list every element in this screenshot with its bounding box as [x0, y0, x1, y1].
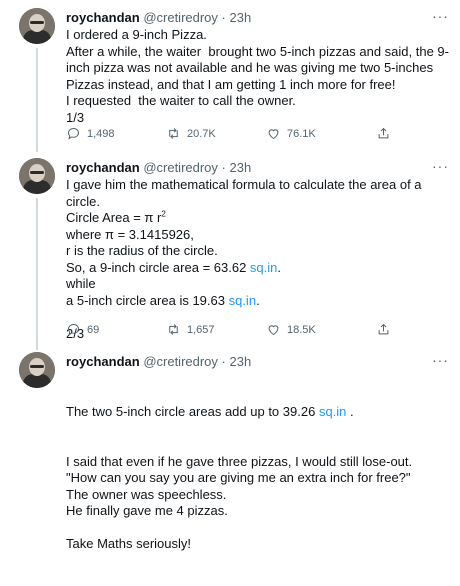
- like-count: 76.1K: [287, 127, 316, 140]
- more-options-icon[interactable]: ···: [432, 158, 449, 174]
- retweet-icon: [169, 324, 178, 335]
- tweet-actions: 1,498 20.7K 76.1K: [66, 126, 446, 142]
- avatar[interactable]: [19, 158, 55, 194]
- share-icon: [378, 127, 389, 139]
- display-name[interactable]: roychandan: [66, 354, 140, 369]
- text-segment: .: [277, 259, 282, 275]
- text-segment: So, a 9-inch circle area = 63.62: [66, 259, 250, 275]
- avatar-body: [23, 30, 51, 44]
- more-options-icon[interactable]: ···: [432, 8, 449, 24]
- avatar-glasses: [30, 171, 44, 174]
- timestamp[interactable]: 23h: [230, 10, 252, 25]
- more-options-icon[interactable]: ···: [432, 352, 449, 368]
- share-button[interactable]: [376, 126, 391, 141]
- tweet-header: roychandan @cretiredroy · 23h: [66, 160, 251, 175]
- text-line: r is the radius of the circle.: [66, 243, 218, 258]
- separator-dot: ·: [221, 354, 226, 369]
- like-button[interactable]: 76.1K: [266, 126, 316, 141]
- formula-text: Circle Area = π r: [66, 210, 162, 225]
- sq-in-link[interactable]: sq.in: [250, 260, 277, 275]
- user-handle[interactable]: @cretiredroy: [143, 354, 218, 369]
- avatar[interactable]: [19, 352, 55, 388]
- separator-dot: ·: [221, 10, 226, 25]
- text-line: Circle Area = π r2: [66, 210, 452, 227]
- thread-line: [36, 48, 38, 152]
- text-segment: a 5-inch circle area is 19.63: [66, 292, 229, 308]
- reply-icon: [67, 324, 79, 336]
- share-button[interactable]: [376, 322, 391, 337]
- avatar-body: [23, 180, 51, 194]
- tweet-text: I gave him the mathematical formula to c…: [66, 177, 452, 343]
- retweet-icon: [169, 128, 178, 139]
- reply-count: 69: [87, 323, 100, 336]
- text-segment: .: [256, 292, 260, 308]
- reply-count: 1,498: [87, 127, 115, 140]
- avatar[interactable]: [19, 8, 55, 44]
- heart-icon: [268, 129, 279, 140]
- reply-button[interactable]: 69: [66, 322, 99, 337]
- tweet-text: The two 5-inch circle areas add up to 39…: [66, 371, 452, 586]
- text-line: I gave him the mathematical formula to c…: [66, 177, 422, 209]
- heart-icon: [268, 325, 279, 336]
- text-segment: .: [346, 404, 354, 419]
- sq-in-link[interactable]: sq.in: [229, 293, 256, 308]
- tweet-text: I ordered a 9-inch Pizza. After a while,…: [66, 27, 449, 125]
- avatar-body: [23, 374, 51, 388]
- user-handle[interactable]: @cretiredroy: [143, 10, 218, 25]
- text-line: The two 5-inch circle areas add up to 39…: [66, 404, 452, 421]
- retweet-count: 20.7K: [187, 127, 216, 140]
- text-line: a 5-inch circle area is 19.63 sq.in.: [66, 293, 452, 310]
- tweet-header: roychandan @cretiredroy · 23h: [66, 10, 251, 25]
- avatar-glasses: [30, 365, 44, 368]
- share-icon: [378, 323, 389, 335]
- reply-icon: [67, 128, 79, 140]
- tweet-actions: 69 1,657 18.5K: [66, 322, 446, 338]
- display-name[interactable]: roychandan: [66, 160, 140, 175]
- text-line: where π = 3.1415926,: [66, 226, 194, 242]
- text-line: So, a 9-inch circle area = 63.62 sq.in.: [66, 260, 452, 277]
- display-name[interactable]: roychandan: [66, 10, 140, 25]
- timestamp[interactable]: 23h: [230, 160, 252, 175]
- thread-line: [36, 198, 38, 350]
- user-handle[interactable]: @cretiredroy: [143, 160, 218, 175]
- timestamp[interactable]: 23h: [230, 354, 252, 369]
- separator-dot: ·: [221, 160, 226, 175]
- like-count: 18.5K: [287, 323, 316, 336]
- text-segment: The two 5-inch circle areas add up to 39…: [66, 404, 319, 419]
- avatar-glasses: [30, 21, 44, 24]
- retweet-button[interactable]: 1,657: [166, 322, 215, 337]
- retweet-button[interactable]: 20.7K: [166, 126, 216, 141]
- text-block: I said that even if he gave three pizzas…: [66, 453, 413, 552]
- like-button[interactable]: 18.5K: [266, 322, 316, 337]
- reply-button[interactable]: 1,498: [66, 126, 115, 141]
- tweet-header: roychandan @cretiredroy · 23h: [66, 354, 251, 369]
- sq-in-link[interactable]: sq.in: [319, 404, 346, 419]
- text-line: while: [66, 276, 96, 291]
- exponent: 2: [161, 209, 166, 219]
- retweet-count: 1,657: [187, 323, 215, 336]
